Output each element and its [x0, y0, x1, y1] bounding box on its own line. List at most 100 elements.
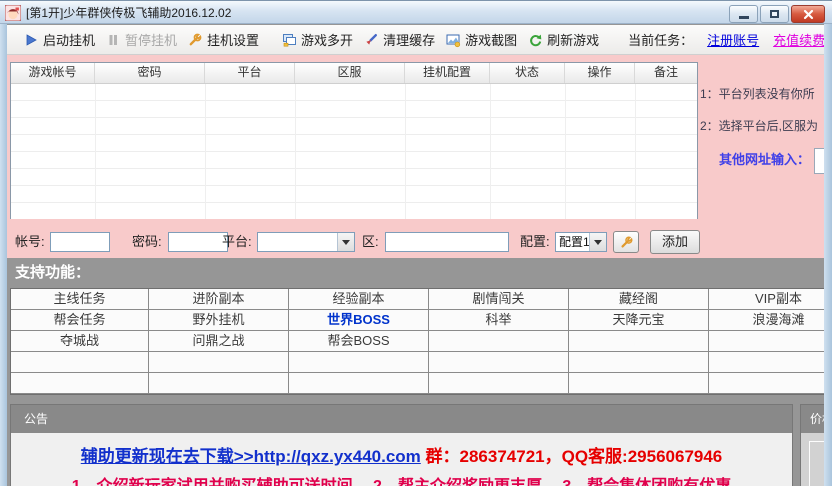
- feature-cell: [149, 352, 289, 373]
- recharge-renew-link[interactable]: 充值续费: [773, 30, 825, 49]
- feature-cell: [429, 352, 569, 373]
- multi-open-button[interactable]: 游戏多开: [276, 28, 358, 52]
- maximize-button[interactable]: [760, 5, 789, 23]
- column-divider: [95, 84, 96, 219]
- hint-note-1: 1：平台列表没有你所: [700, 87, 815, 101]
- account-input[interactable]: [50, 232, 110, 252]
- close-button[interactable]: [791, 5, 825, 23]
- window-border-right: [824, 24, 832, 486]
- feature-cell: [569, 373, 709, 394]
- qq-contact-text: 群：286374721，QQ客服:2956067946: [420, 447, 723, 466]
- other-url-label: 其他网址输入：: [719, 152, 811, 167]
- refresh-icon: [530, 34, 542, 46]
- features-title: 支持功能：: [15, 264, 91, 281]
- column-divider: [635, 84, 636, 219]
- col-status[interactable]: 状态: [490, 63, 565, 83]
- game-screenshot-button[interactable]: 游戏截图: [440, 28, 522, 52]
- col-platform[interactable]: 平台: [205, 63, 295, 83]
- feature-cell: [11, 373, 149, 394]
- feature-cell: 经验副本: [289, 289, 429, 310]
- feature-cell-world-boss: 世界BOSS: [289, 310, 429, 331]
- config-label: 配置:: [520, 234, 550, 249]
- register-account-link[interactable]: 注册账号: [707, 30, 759, 49]
- clear-cache-button[interactable]: 清理缓存: [358, 28, 440, 52]
- start-hangup-button[interactable]: 启动挂机: [18, 28, 100, 52]
- hint-note-2: 2：选择平台后,区服为: [700, 119, 819, 133]
- config-select-value: 配置1: [559, 235, 590, 249]
- config-select[interactable]: 配置1: [555, 232, 607, 252]
- feature-cell: 科举: [429, 310, 569, 331]
- announcement-panel: 公告 辅助更新现在去下载>>http://qxz.yx440.com 群：286…: [10, 404, 793, 486]
- feature-cell: 帮会BOSS: [289, 331, 429, 352]
- wrench-icon: [620, 236, 632, 248]
- feature-cell: [709, 373, 832, 394]
- column-divider: [490, 84, 491, 219]
- hangup-settings-label: 挂机设置: [207, 33, 260, 48]
- pause-hangup-button[interactable]: 暂停挂机: [100, 28, 182, 52]
- config-edit-button[interactable]: [613, 231, 639, 253]
- hangup-settings-button[interactable]: 挂机设置: [182, 28, 264, 52]
- column-divider: [205, 84, 206, 219]
- feature-cell: 帮会任务: [11, 310, 149, 331]
- feature-cell: [569, 352, 709, 373]
- feature-cell: [149, 373, 289, 394]
- feature-cell: 剧情闯关: [429, 289, 569, 310]
- start-hangup-label: 启动挂机: [43, 33, 96, 48]
- announcement-line1: 辅助更新现在去下载>>http://qxz.yx440.com 群：286374…: [11, 442, 792, 467]
- feature-cell: VIP副本: [709, 289, 832, 310]
- add-button[interactable]: 添加: [650, 230, 700, 254]
- chevron-down-icon: [337, 233, 354, 251]
- announcement-header: 公告: [11, 405, 792, 433]
- app-icon: [5, 5, 21, 21]
- close-icon: [803, 9, 813, 19]
- column-divider: [405, 84, 406, 219]
- password-label: 密码:: [132, 234, 162, 249]
- title-bar: [第1开]少年群侠传极飞辅助2016.12.02: [0, 0, 832, 24]
- feature-cell: 进阶副本: [149, 289, 289, 310]
- feature-cell: 天降元宝: [569, 310, 709, 331]
- feature-cell: 问鼎之战: [149, 331, 289, 352]
- account-label: 帐号:: [15, 234, 45, 249]
- col-game-account[interactable]: 游戏帐号: [11, 63, 95, 83]
- col-hangup-config[interactable]: 挂机配置: [405, 63, 490, 83]
- feature-cell: [289, 373, 429, 394]
- platform-label: 平台:: [222, 234, 252, 249]
- features-table: 主线任务 进阶副本 经验副本 剧情闯关 藏经阁 VIP副本 帮会任务 野外挂机 …: [10, 288, 832, 395]
- refresh-game-button[interactable]: 刷新游戏: [522, 28, 604, 52]
- feature-cell: [11, 352, 149, 373]
- chevron-down-icon: [589, 233, 606, 251]
- feature-cell: [709, 331, 832, 352]
- current-task-label: 当前任务：: [628, 33, 694, 48]
- game-screenshot-label: 游戏截图: [465, 33, 518, 48]
- clear-cache-label: 清理缓存: [383, 33, 436, 48]
- feature-cell: [289, 352, 429, 373]
- toolbar: 启动挂机 暂停挂机 挂机设置 游戏多开 清理缓存 游戏截图 刷新游戏 当前任务：…: [7, 25, 825, 55]
- play-icon: [26, 33, 37, 46]
- password-input[interactable]: [168, 232, 228, 252]
- maximize-icon: [770, 10, 779, 18]
- feature-cell: 浪漫海滩: [709, 310, 832, 331]
- window-border-left: [0, 24, 7, 486]
- col-zone[interactable]: 区服: [295, 63, 405, 83]
- feature-cell: 野外挂机: [149, 310, 289, 331]
- download-link[interactable]: 辅助更新现在去下载>>http://qxz.yx440.com: [81, 447, 421, 466]
- multi-open-label: 游戏多开: [301, 33, 354, 48]
- feature-cell: [709, 352, 832, 373]
- minimize-button[interactable]: [729, 5, 758, 23]
- col-password[interactable]: 密码: [95, 63, 205, 83]
- brush-icon: [366, 33, 378, 45]
- app-window: [第1开]少年群侠传极飞辅助2016.12.02 启动挂机 暂停挂机 挂机设置 …: [0, 0, 832, 486]
- pause-icon: [109, 34, 118, 45]
- feature-cell: [569, 331, 709, 352]
- col-remark[interactable]: 备注: [635, 63, 697, 83]
- zone-input[interactable]: [385, 232, 509, 252]
- pause-hangup-label: 暂停挂机: [125, 33, 178, 48]
- announcement-line2: 1、介绍新玩家试用并购买辅助可送时间， 2、帮主介绍奖励更丰厚， 3、帮会集体团…: [11, 472, 792, 486]
- platform-select[interactable]: [257, 232, 355, 252]
- column-divider: [565, 84, 566, 219]
- refresh-game-label: 刷新游戏: [547, 33, 600, 48]
- col-operation[interactable]: 操作: [565, 63, 635, 83]
- column-divider: [295, 84, 296, 219]
- screenshot-icon: [446, 34, 461, 47]
- zone-label: 区:: [362, 234, 379, 249]
